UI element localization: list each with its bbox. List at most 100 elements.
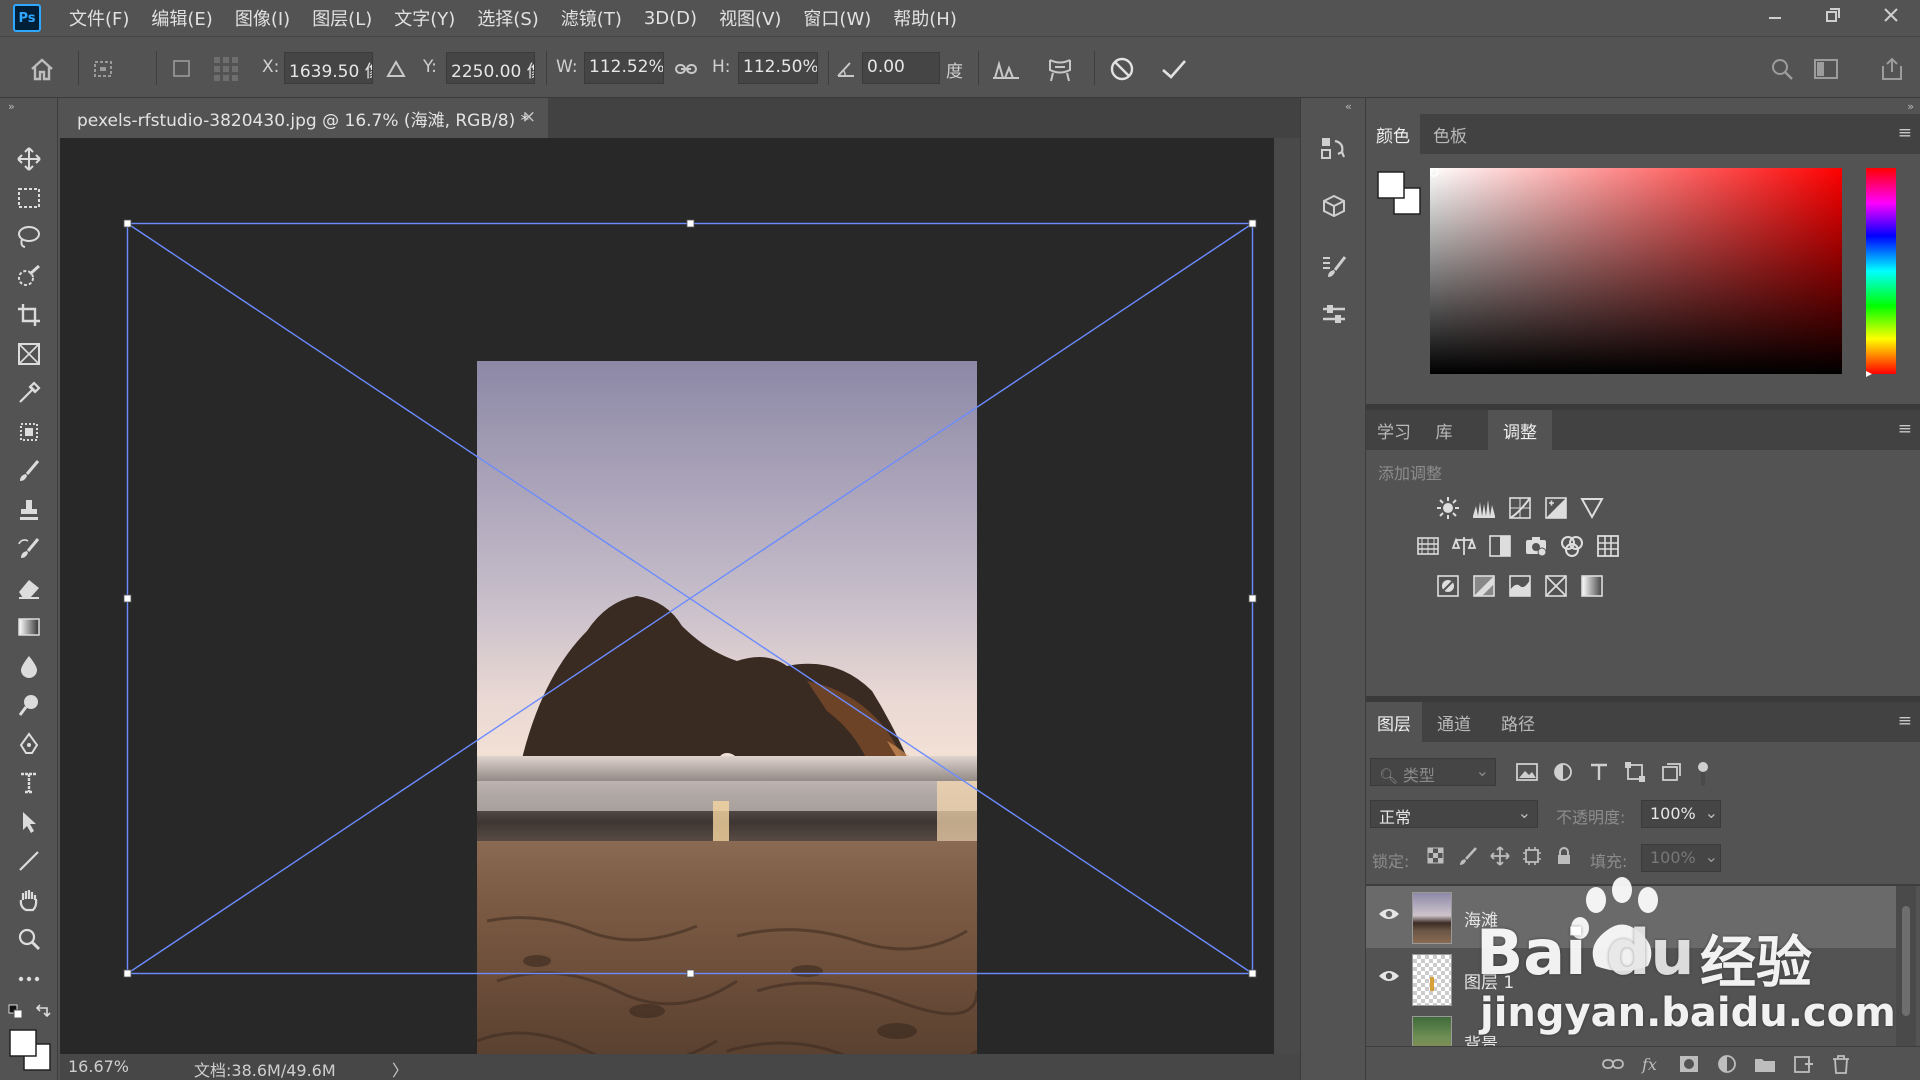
curves-icon[interactable] bbox=[1506, 494, 1534, 522]
tab-layers[interactable]: 图层 bbox=[1366, 702, 1422, 742]
visibility-eye-icon[interactable] bbox=[1378, 906, 1400, 926]
delete-layer-icon[interactable] bbox=[1830, 1054, 1852, 1078]
search-icon[interactable] bbox=[1766, 53, 1798, 85]
collapse-dock-icon[interactable]: ‹‹ bbox=[1345, 100, 1352, 113]
vibrance-icon[interactable] bbox=[1578, 494, 1606, 522]
zoom-level[interactable]: 16.67% bbox=[68, 1057, 129, 1076]
lasso-tool-icon[interactable] bbox=[11, 220, 47, 254]
blend-mode-select[interactable]: 正常 ⌄ bbox=[1370, 800, 1538, 828]
properties-panel-icon[interactable] bbox=[1316, 298, 1352, 332]
frame-tool-icon[interactable] bbox=[11, 337, 47, 371]
commit-transform-icon[interactable] bbox=[1158, 53, 1190, 85]
close-document-icon[interactable]: × bbox=[522, 107, 536, 127]
x-position-field[interactable]: 1639.50 像 bbox=[284, 52, 373, 84]
quick-select-tool-icon[interactable] bbox=[11, 259, 47, 293]
layers-scrollbar[interactable] bbox=[1896, 886, 1916, 1046]
tab-color[interactable]: 颜色 bbox=[1366, 114, 1420, 154]
close-window-icon[interactable] bbox=[1862, 0, 1920, 30]
visibility-eye-icon[interactable] bbox=[1378, 968, 1400, 988]
pen-tool-icon[interactable] bbox=[11, 727, 47, 761]
layers-panel-menu-icon[interactable]: ≡ bbox=[1898, 711, 1912, 731]
history-brush-tool-icon[interactable] bbox=[11, 532, 47, 566]
menu-layer[interactable]: 图层(L) bbox=[312, 5, 372, 31]
collapse-panels-icon[interactable]: ›› bbox=[1907, 100, 1914, 113]
gradient-map-icon[interactable] bbox=[1578, 572, 1606, 600]
new-group-icon[interactable] bbox=[1754, 1054, 1776, 1078]
link-layers-icon[interactable] bbox=[1602, 1054, 1624, 1078]
levels-icon[interactable] bbox=[1470, 494, 1498, 522]
y-position-field[interactable]: 2250.00 像 bbox=[446, 52, 535, 84]
menu-3d[interactable]: 3D(D) bbox=[644, 8, 697, 29]
workspace-icon[interactable] bbox=[1810, 53, 1842, 85]
color-swatches[interactable] bbox=[1376, 170, 1426, 224]
3d-panel-icon[interactable] bbox=[1316, 190, 1352, 224]
adjustments-panel-menu-icon[interactable]: ≡ bbox=[1898, 419, 1912, 439]
warp-mode-icon[interactable] bbox=[1044, 53, 1076, 85]
brush-tool-icon[interactable] bbox=[11, 454, 47, 488]
filter-smart-object-icon[interactable] bbox=[1660, 762, 1682, 790]
link-icon[interactable] bbox=[670, 53, 702, 85]
menu-help[interactable]: 帮助(H) bbox=[893, 5, 957, 31]
color-balance-icon[interactable] bbox=[1450, 532, 1478, 560]
healing-brush-tool-icon[interactable] bbox=[11, 415, 47, 449]
tab-libraries[interactable]: 库 bbox=[1422, 410, 1466, 450]
move-tool-icon[interactable] bbox=[11, 142, 47, 176]
clone-stamp-tool-icon[interactable] bbox=[11, 493, 47, 527]
black-white-icon[interactable] bbox=[1486, 532, 1514, 560]
menu-window[interactable]: 窗口(W) bbox=[803, 5, 871, 31]
new-adjustment-layer-icon[interactable] bbox=[1716, 1054, 1738, 1078]
lock-all-icon[interactable] bbox=[1554, 846, 1574, 870]
filter-pixel-icon[interactable] bbox=[1516, 762, 1538, 790]
menu-edit[interactable]: 编辑(E) bbox=[151, 5, 212, 31]
fill-field[interactable]: 100% ⌄ bbox=[1641, 844, 1721, 872]
filter-adjustment-icon[interactable] bbox=[1552, 762, 1574, 790]
gradient-tool-icon[interactable] bbox=[11, 610, 47, 644]
tab-swatches[interactable]: 色板 bbox=[1420, 114, 1480, 154]
swap-colors-icon[interactable] bbox=[34, 1004, 52, 1024]
transform-preset-icon[interactable] bbox=[88, 53, 120, 85]
menu-image[interactable]: 图像(I) bbox=[235, 5, 290, 31]
minimize-icon[interactable] bbox=[1746, 0, 1804, 30]
tab-paths[interactable]: 路径 bbox=[1486, 702, 1550, 742]
menu-file[interactable]: 文件(F) bbox=[69, 5, 129, 31]
menu-filter[interactable]: 滤镜(T) bbox=[561, 5, 622, 31]
hue-saturation-icon[interactable] bbox=[1414, 532, 1442, 560]
skew-icon[interactable] bbox=[990, 53, 1022, 85]
lock-image-pixels-icon[interactable] bbox=[1458, 846, 1478, 870]
type-tool-icon[interactable] bbox=[11, 766, 47, 800]
more-tools-icon[interactable] bbox=[11, 962, 47, 996]
filter-toggle-icon[interactable] bbox=[1696, 762, 1710, 790]
menu-view[interactable]: 视图(V) bbox=[719, 5, 781, 31]
canvas-vertical-scrollbar[interactable] bbox=[1274, 138, 1300, 1054]
relative-position-icon[interactable] bbox=[380, 53, 412, 85]
status-menu-arrow[interactable]: 〉 bbox=[392, 1057, 408, 1080]
eyedropper-tool-icon[interactable] bbox=[11, 376, 47, 410]
posterize-icon[interactable] bbox=[1470, 572, 1498, 600]
crop-tool-icon[interactable] bbox=[11, 298, 47, 332]
history-panel-icon[interactable] bbox=[1316, 132, 1352, 166]
reference-point-grid-icon[interactable] bbox=[210, 53, 242, 85]
default-colors-icon[interactable] bbox=[8, 1004, 26, 1024]
lock-artboard-icon[interactable] bbox=[1522, 846, 1542, 870]
transform-bounding-box[interactable] bbox=[60, 138, 1274, 1054]
color-picker-field[interactable] bbox=[1429, 167, 1842, 374]
eraser-tool-icon[interactable] bbox=[11, 571, 47, 605]
menu-type[interactable]: 文字(Y) bbox=[394, 5, 455, 31]
color-lookup-icon[interactable] bbox=[1594, 532, 1622, 560]
zoom-tool-icon[interactable] bbox=[11, 922, 47, 956]
invert-icon[interactable] bbox=[1434, 572, 1462, 600]
marquee-tool-icon[interactable] bbox=[11, 181, 47, 215]
lock-position-icon[interactable] bbox=[1490, 846, 1510, 870]
tab-adjustments[interactable]: 调整 bbox=[1488, 410, 1552, 450]
lock-transparent-icon[interactable] bbox=[1426, 846, 1446, 870]
restore-icon[interactable] bbox=[1804, 0, 1862, 30]
new-layer-icon[interactable] bbox=[1792, 1054, 1814, 1078]
hue-slider[interactable] bbox=[1864, 168, 1896, 378]
path-selection-tool-icon[interactable] bbox=[11, 805, 47, 839]
filter-shape-icon[interactable] bbox=[1624, 762, 1646, 790]
rotate-angle-field[interactable]: 0.00 bbox=[862, 52, 940, 84]
brightness-contrast-icon[interactable] bbox=[1434, 494, 1462, 522]
opacity-field[interactable]: 100% ⌄ bbox=[1641, 800, 1721, 828]
share-icon[interactable] bbox=[1876, 53, 1908, 85]
canvas-area[interactable] bbox=[60, 138, 1274, 1080]
